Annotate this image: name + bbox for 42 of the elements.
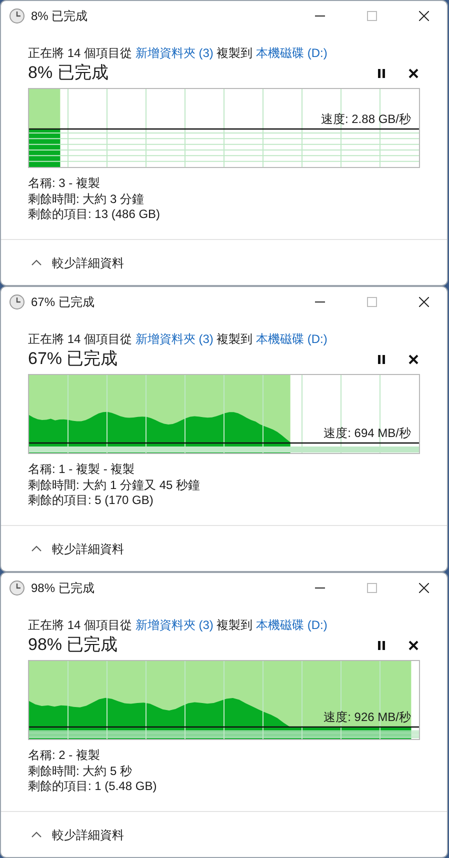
copy-description: 正在將 14 個項目從 新增資料夾 (3) 複製到 本機磁碟 (D:) bbox=[28, 617, 328, 634]
close-icon[interactable] bbox=[419, 297, 429, 307]
speed-label: 速度: 694 MB/秒 bbox=[324, 426, 411, 440]
chevron-up-icon bbox=[31, 259, 42, 266]
copy-description: 正在將 14 個項目從 新增資料夾 (3) 複製到 本機磁碟 (D:) bbox=[28, 331, 328, 348]
folder-link[interactable]: 本機磁碟 (D:) bbox=[256, 46, 328, 60]
detail-text: 名稱: 3 - 複製 bbox=[28, 176, 102, 192]
folder-link[interactable]: 新增資料夾 (3) bbox=[135, 46, 214, 60]
detail-text: 名稱: 2 - 複製 bbox=[28, 748, 102, 764]
chevron-up-icon bbox=[31, 831, 42, 838]
window-title: 8% 已完成 bbox=[31, 8, 89, 25]
close-icon[interactable] bbox=[419, 583, 429, 593]
folder-link[interactable]: 新增資料夾 (3) bbox=[135, 618, 214, 632]
cancel-button[interactable] bbox=[406, 352, 420, 366]
chevron-up-icon bbox=[31, 545, 42, 552]
folder-link[interactable]: 新增資料夾 (3) bbox=[135, 332, 214, 346]
detail-text: 剩餘的項目: 1 (5.48 GB) bbox=[28, 779, 158, 794]
clock-icon bbox=[9, 8, 25, 24]
progress-heading: 8% 已完成 bbox=[28, 62, 110, 84]
progress-heading: 67% 已完成 bbox=[28, 348, 119, 370]
detail-text: 剩餘時間: 大約 5 秒 bbox=[28, 764, 134, 779]
fewer-details-button[interactable]: 較少詳細資料 bbox=[31, 254, 124, 272]
copy-description: 正在將 14 個項目從 新增資料夾 (3) 複製到 本機磁碟 (D:) bbox=[28, 45, 328, 62]
folder-link[interactable]: 本機磁碟 (D:) bbox=[256, 618, 328, 632]
clock-icon bbox=[9, 580, 25, 596]
close-icon[interactable] bbox=[419, 11, 429, 21]
window-title: 98% 已完成 bbox=[31, 580, 96, 597]
detail-text: 剩餘時間: 大約 3 分鐘 bbox=[28, 192, 146, 207]
detail-text: 剩餘的項目: 13 (486 GB) bbox=[28, 207, 162, 222]
fewer-details-button[interactable]: 較少詳細資料 bbox=[31, 826, 124, 844]
cancel-button[interactable] bbox=[406, 66, 420, 80]
window-title: 67% 已完成 bbox=[31, 294, 96, 311]
detail-text: 名稱: 1 - 複製 - 複製 bbox=[28, 462, 136, 478]
progress-heading: 98% 已完成 bbox=[28, 634, 119, 656]
speed-label: 速度: 926 MB/秒 bbox=[324, 710, 411, 724]
detail-text: 剩餘的項目: 5 (170 GB) bbox=[28, 493, 154, 508]
cancel-button[interactable] bbox=[406, 638, 420, 652]
speed-label: 速度: 2.88 GB/秒 bbox=[320, 112, 411, 126]
folder-link[interactable]: 本機磁碟 (D:) bbox=[256, 332, 328, 346]
clock-icon bbox=[9, 294, 25, 310]
fewer-details-button[interactable]: 較少詳細資料 bbox=[31, 540, 124, 558]
detail-text: 剩餘時間: 大約 1 分鐘又 45 秒鐘 bbox=[28, 478, 202, 493]
